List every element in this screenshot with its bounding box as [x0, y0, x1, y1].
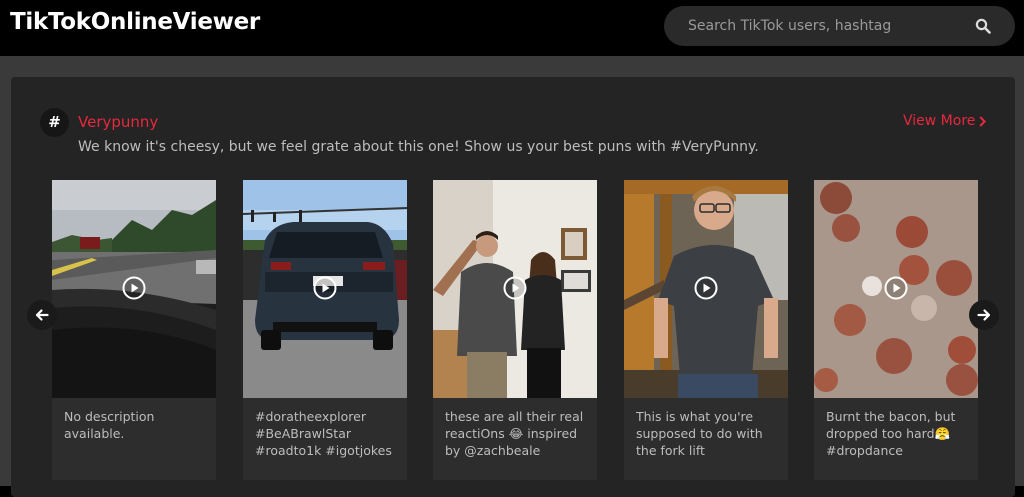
hashtag-title[interactable]: Verypunny — [78, 113, 158, 131]
video-card[interactable]: Burnt the bacon, but dropped too hard😤 #… — [814, 180, 978, 480]
hashtag-icon: # — [40, 108, 69, 137]
video-card[interactable]: these are all their real reactiOns 😂 ins… — [433, 180, 597, 480]
play-icon[interactable] — [694, 276, 718, 300]
video-thumbnail[interactable] — [624, 180, 788, 398]
arrow-right-icon — [977, 309, 991, 321]
video-caption: these are all their real reactiOns 😂 ins… — [445, 409, 584, 458]
carousel-prev-button[interactable] — [27, 300, 57, 330]
video-thumbnail[interactable] — [814, 180, 978, 398]
play-icon[interactable] — [122, 276, 146, 300]
play-icon[interactable] — [313, 276, 337, 300]
top-navbar: TikTokOnlineViewer — [0, 0, 1024, 56]
video-thumbnail[interactable] — [52, 180, 216, 398]
play-icon[interactable] — [884, 276, 908, 300]
video-caption: #doratheexplorer #BeABrawlStar #roadto1k… — [255, 409, 392, 458]
arrow-left-icon — [35, 309, 49, 321]
search-icon[interactable] — [975, 18, 991, 34]
view-more-label: View More — [903, 113, 976, 129]
video-card[interactable]: No description available. — [52, 180, 216, 480]
video-caption: Burnt the bacon, but dropped too hard😤 #… — [826, 409, 956, 458]
video-caption: This is what you're supposed to do with … — [636, 409, 763, 458]
play-icon[interactable] — [503, 276, 527, 300]
video-caption: No description available. — [64, 409, 155, 441]
video-thumbnail[interactable] — [243, 180, 407, 398]
video-card[interactable]: #doratheexplorer #BeABrawlStar #roadto1k… — [243, 180, 407, 480]
site-logo[interactable]: TikTokOnlineViewer — [10, 9, 260, 35]
search-input[interactable] — [688, 6, 968, 46]
chevron-right-icon — [979, 115, 987, 127]
video-card[interactable]: This is what you're supposed to do with … — [624, 180, 788, 480]
view-more-link[interactable]: View More — [903, 113, 987, 129]
search-box[interactable] — [664, 6, 1015, 46]
video-thumbnail[interactable] — [433, 180, 597, 398]
hashtag-description: We know it's cheesy, but we feel grate a… — [78, 139, 759, 155]
carousel-next-button[interactable] — [969, 300, 999, 330]
